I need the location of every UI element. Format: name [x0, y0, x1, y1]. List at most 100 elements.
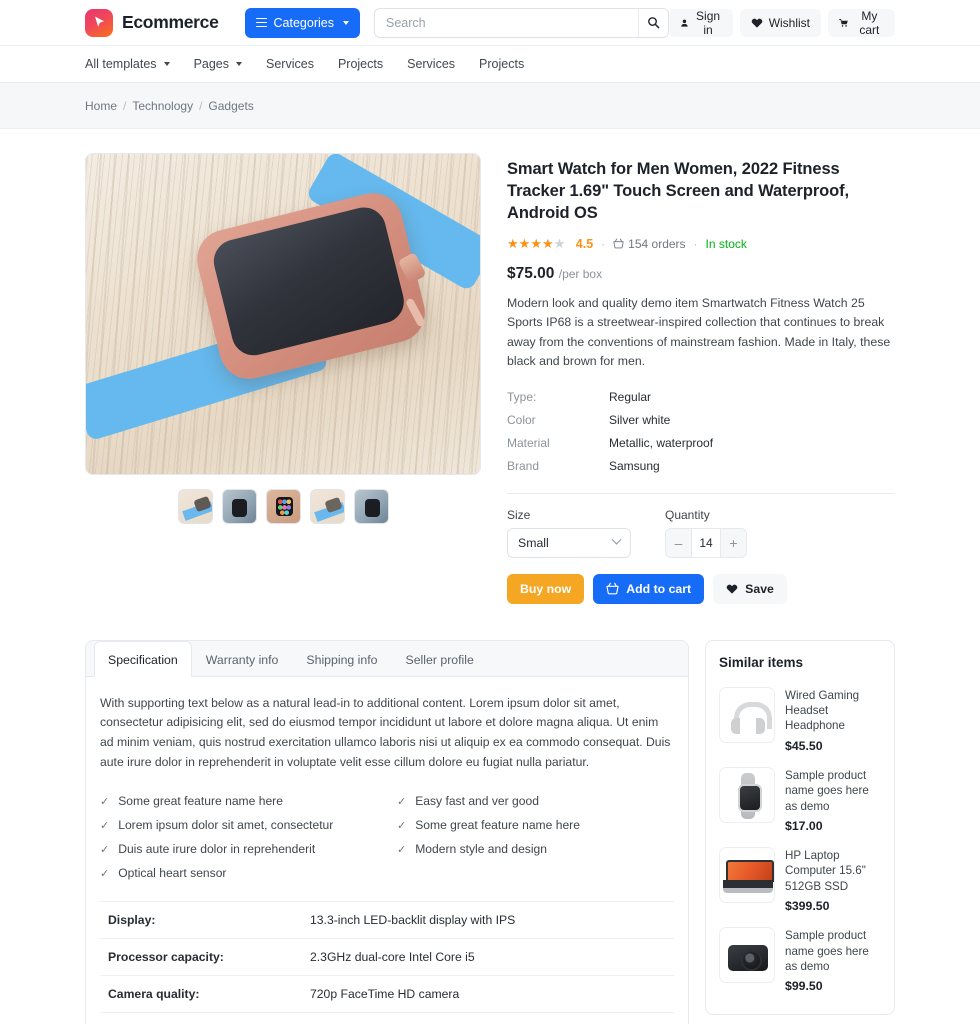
table-row: Color Silver white [507, 409, 895, 432]
watch-side-button [404, 297, 427, 328]
my-cart-label: My cart [859, 8, 880, 37]
product-page: Smart Watch for Men Women, 2022 Fitness … [0, 129, 980, 1024]
feature-item: ✓ Some great feature name here [397, 813, 674, 837]
nav-item-pages[interactable]: Pages [193, 57, 243, 71]
feature-item: ✓ Some great feature name here [100, 789, 377, 813]
my-cart-button[interactable]: My cart [828, 8, 895, 37]
price-unit: /per box [558, 266, 603, 281]
table-row: Display: 13.3-inch LED-backlit display w… [100, 901, 674, 939]
similar-items-title: Similar items [719, 654, 804, 670]
quantity-increment-button[interactable]: + [721, 528, 746, 557]
categories-label: Categories [273, 15, 334, 30]
similar-items-card: Similar items Wired Gaming Headset Headp… [705, 639, 895, 1016]
sign-in-label: Sign in [696, 8, 721, 37]
nav-label: Services [407, 57, 456, 71]
chevron-down-icon [163, 62, 170, 66]
similar-item-meta: HP Laptop Computer 15.6" 512GB SSD $399.… [785, 847, 881, 913]
thumbnail-5[interactable] [353, 489, 389, 524]
size-option: Size Small [507, 508, 631, 558]
nav-item-all-templates[interactable]: All templates [85, 57, 170, 71]
similar-item-1[interactable]: Wired Gaming Headset Headphone $45.50 [719, 680, 881, 760]
categories-button[interactable]: Categories [244, 7, 360, 38]
specification-details-table: Display: 13.3-inch LED-backlit display w… [100, 901, 674, 1024]
quantity-decrement-button[interactable]: – [666, 528, 691, 557]
tab-warranty-info[interactable]: Warranty info [192, 641, 293, 677]
wishlist-button[interactable]: Wishlist [739, 8, 822, 37]
thumbnail-3[interactable] [265, 489, 301, 524]
basket-icon [613, 238, 624, 249]
tab-shipping-info[interactable]: Shipping info [292, 641, 391, 677]
similar-item-meta: Sample product name goes here as demo $1… [785, 767, 881, 833]
nav-label: Services [266, 57, 314, 71]
meta-dot: · [693, 236, 698, 251]
detail-value: 8 GB RAM or 16 GB RAM [310, 1013, 674, 1024]
top-header-bar: Ecommerce Categories Sign in Wishlis [0, 0, 980, 46]
check-icon: ✓ [100, 795, 110, 808]
thumbnail-strip [85, 489, 481, 524]
breadcrumb-item-home[interactable]: Home [85, 99, 117, 113]
chevron-down-icon [342, 20, 349, 25]
product-detail-row: Smart Watch for Men Women, 2022 Fitness … [85, 129, 895, 604]
thumbnail-1[interactable] [177, 489, 213, 524]
check-icon: ✓ [100, 867, 110, 880]
similar-item-name: Sample product name goes here as demo [785, 768, 869, 813]
table-row: Material Metallic, waterproof [507, 432, 895, 455]
tab-seller-profile[interactable]: Seller profile [392, 641, 488, 677]
product-photo [86, 154, 480, 474]
search-input[interactable] [374, 8, 638, 37]
nav-label: All templates [85, 57, 157, 71]
nav-item-projects-2[interactable]: Projects [479, 57, 524, 71]
chevron-down-icon [236, 62, 243, 66]
detail-value: 2.3GHz dual-core Intel Core i5 [310, 950, 475, 965]
similar-item-4[interactable]: Sample product name goes here as demo $9… [719, 920, 881, 1000]
nav-item-services[interactable]: Services [266, 57, 314, 71]
table-row: Processor capacity: 2.3GHz dual-core Int… [100, 939, 674, 976]
similar-item-3[interactable]: HP Laptop Computer 15.6" 512GB SSD $399.… [719, 840, 881, 920]
feature-label: Lorem ipsum dolor sit amet, consectetur [118, 818, 334, 833]
nav-item-services-2[interactable]: Services [407, 57, 455, 71]
table-row: Camera quality: 720p FaceTime HD camera [100, 976, 674, 1013]
sign-in-button[interactable]: Sign in [668, 8, 733, 37]
feature-item: ✓ Modern style and design [397, 837, 674, 861]
similar-item-2[interactable]: Sample product name goes here as demo $1… [719, 760, 881, 840]
thumbnail-4[interactable] [309, 489, 345, 524]
detail-key: Camera quality: [108, 987, 200, 1002]
breadcrumb-item-gadgets[interactable]: Gadgets [208, 99, 253, 113]
nav-label: Projects [337, 57, 384, 71]
thumbnail-2[interactable] [221, 489, 257, 524]
buy-now-button[interactable]: Buy now [507, 573, 585, 604]
check-icon: ✓ [397, 843, 407, 856]
orders-label: 154 orders [628, 236, 686, 251]
quantity-option: Quantity – 14 + [665, 508, 747, 558]
search-button[interactable] [637, 8, 668, 37]
stock-status-badge: In stock [705, 236, 747, 251]
nav-label: Pages [193, 57, 230, 71]
basket-icon [606, 582, 619, 595]
attribute-value: Regular [609, 390, 652, 404]
smartwatch-thumb-image [719, 766, 775, 823]
search-bar [373, 7, 669, 38]
rating-stars: ★ ★ ★ ★ ★ [507, 236, 565, 252]
nav-item-projects[interactable]: Projects [338, 57, 383, 71]
breadcrumb-item-technology[interactable]: Technology [132, 99, 193, 113]
attribute-value: Silver white [609, 413, 671, 427]
tab-specification[interactable]: Specification [94, 640, 192, 677]
check-icon: ✓ [100, 843, 110, 856]
product-main-image[interactable] [85, 153, 481, 475]
detail-value: 13.3-inch LED-backlit display with IPS [310, 913, 516, 928]
attribute-key: Brand [507, 459, 540, 473]
similar-item-name: HP Laptop Computer 15.6" 512GB SSD [785, 848, 866, 893]
user-icon [680, 19, 688, 27]
similar-item-meta: Wired Gaming Headset Headphone $45.50 [785, 687, 881, 753]
feature-placeholder [397, 861, 674, 885]
quantity-value[interactable]: 14 [691, 528, 721, 557]
wishlist-label: Wishlist [768, 15, 811, 30]
feature-label: Optical heart sensor [118, 866, 227, 881]
size-select[interactable]: Small [507, 527, 631, 558]
add-to-cart-button[interactable]: Add to cart [593, 573, 705, 604]
star-filled: ★ [530, 235, 542, 251]
similar-item-meta: Sample product name goes here as demo $9… [785, 927, 881, 993]
brand-logo[interactable]: Ecommerce [85, 8, 219, 37]
save-button[interactable]: Save [713, 573, 787, 604]
star-filled: ★ [507, 235, 519, 251]
